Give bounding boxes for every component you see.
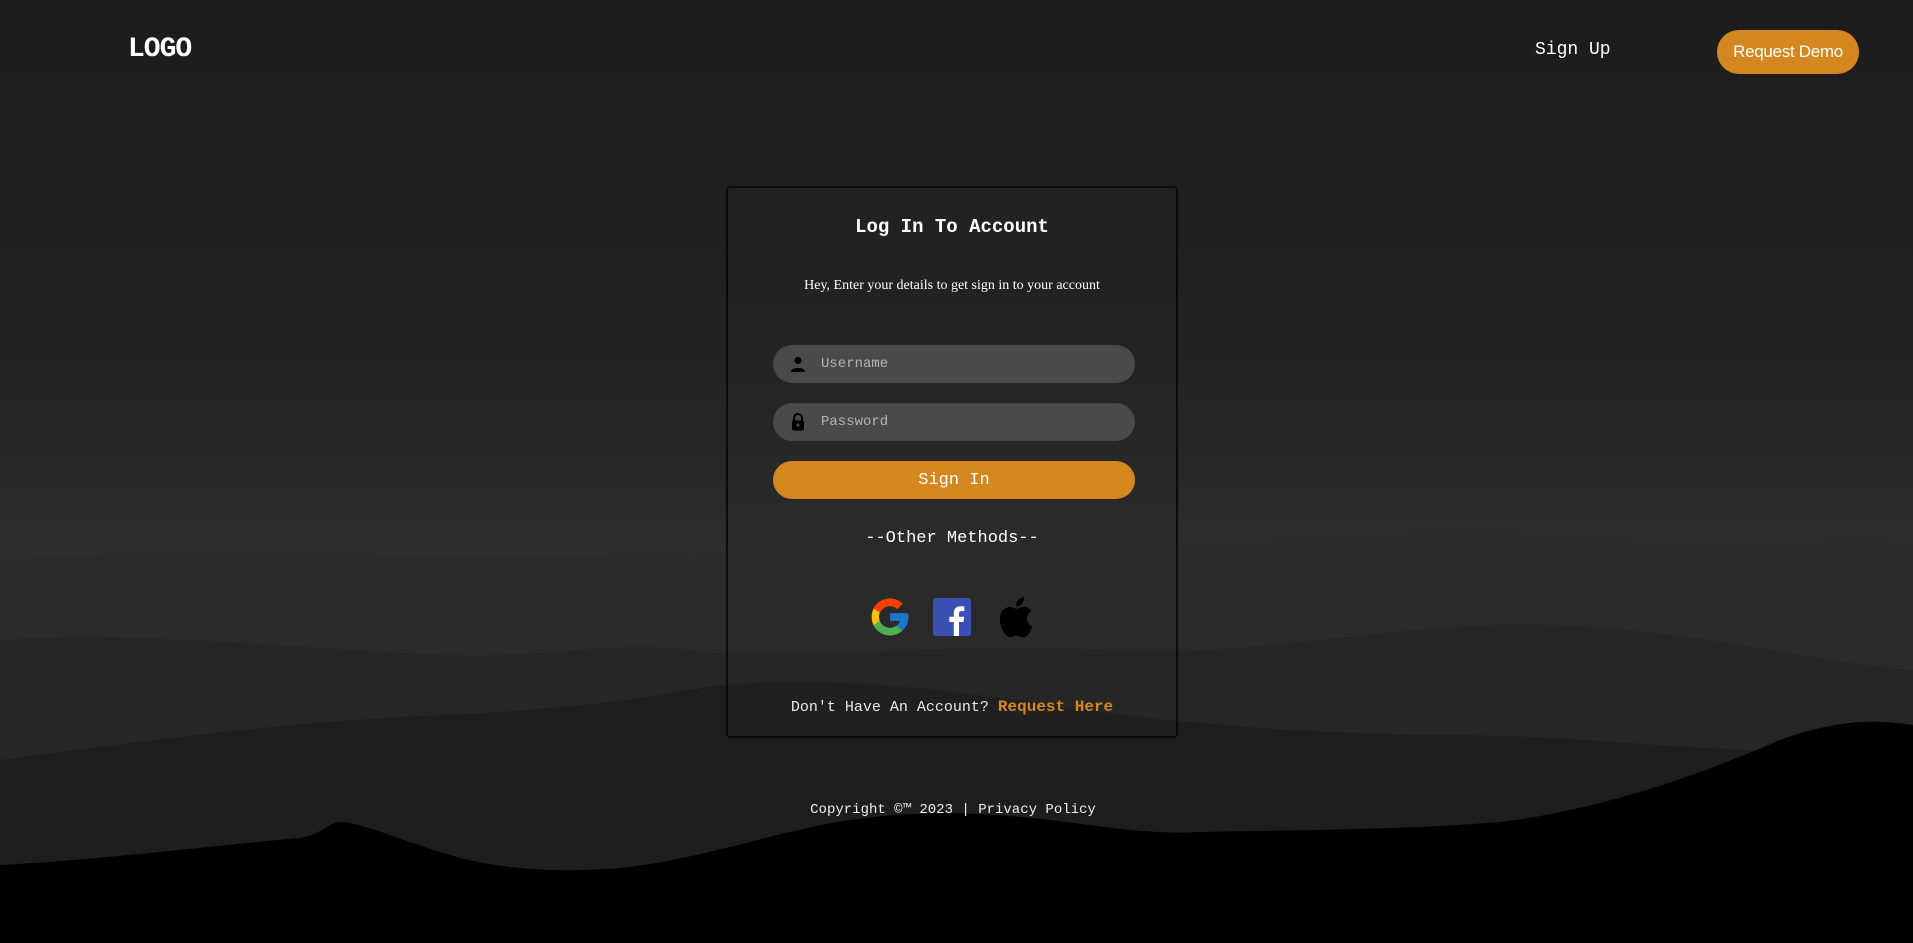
other-methods-label: --Other Methods-- [865, 529, 1039, 548]
username-input[interactable] [807, 344, 1135, 384]
facebook-icon[interactable] [929, 594, 975, 640]
social-login-row [728, 594, 1176, 640]
apple-icon[interactable] [991, 594, 1037, 640]
password-input[interactable] [807, 402, 1135, 442]
request-demo-button[interactable]: Request Demo [1717, 30, 1859, 74]
copyright-text: Copyright ©™ 2023 | [810, 802, 970, 818]
login-title: Log In To Account [855, 216, 1049, 238]
login-card: Log In To Account Hey, Enter your detail… [726, 186, 1178, 738]
request-account-line: Don't Have An Account? Request Here [728, 698, 1176, 716]
privacy-policy-link[interactable]: Privacy Policy [978, 802, 1096, 818]
user-icon [789, 355, 807, 373]
top-navbar: LOGO Sign Up Request Demo [0, 0, 1913, 104]
sign-in-button[interactable]: Sign In [773, 461, 1135, 499]
copyright-footer: Copyright ©™ 2023 | Privacy Policy [0, 802, 1906, 818]
username-field[interactable] [773, 344, 1135, 384]
no-account-text: Don't Have An Account? [790, 699, 989, 716]
login-subtitle: Hey, Enter your details to get sign in t… [804, 278, 1100, 293]
lock-icon [789, 413, 807, 431]
request-here-link[interactable]: Request Here [998, 698, 1113, 716]
sign-up-link[interactable]: Sign Up [1535, 40, 1611, 60]
password-field[interactable] [773, 402, 1135, 442]
google-icon[interactable] [867, 594, 913, 640]
logo[interactable]: LOGO [128, 34, 192, 65]
